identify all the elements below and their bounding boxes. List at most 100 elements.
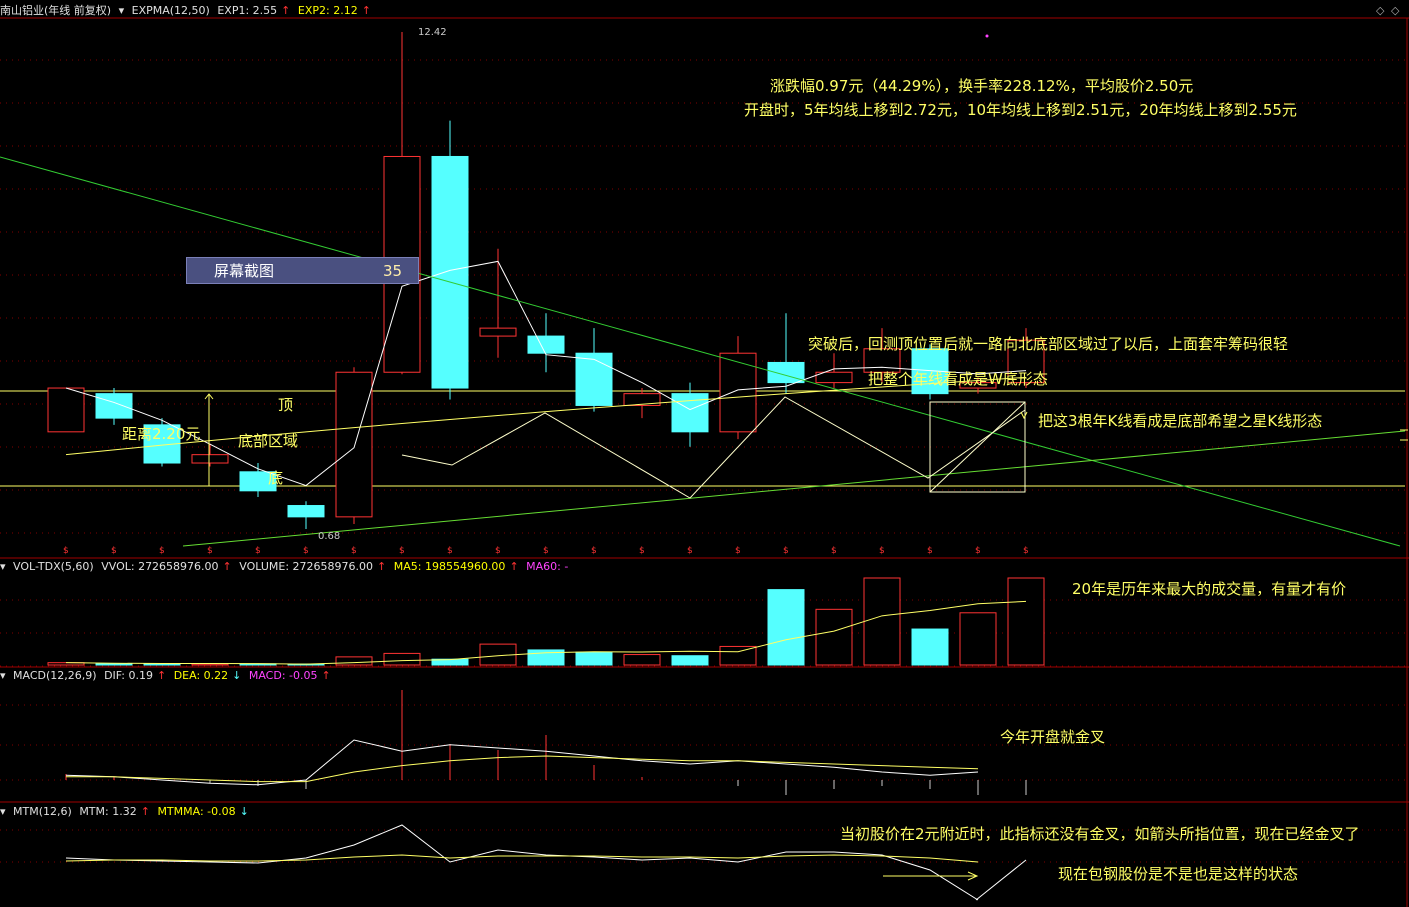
dividend-marker: $ — [831, 546, 837, 556]
dif-value: DIF: 0.19 — [104, 669, 153, 682]
annotation-breakout: 突破后，回测顶位置后就一路向北底部区域过了以后，上面套牢筹码很轻 — [808, 335, 1289, 353]
candle-body — [335, 371, 373, 518]
volume-bar — [383, 652, 421, 666]
volume-bar — [815, 608, 853, 666]
annotation-mtm-2: 现在包钢股份是不是也是这样的状态 — [1058, 865, 1299, 883]
dea-value: DEA: 0.22 — [173, 669, 229, 682]
candle-body — [527, 335, 565, 354]
vol-name[interactable]: VOL-TDX(5,60) — [13, 560, 94, 573]
expma-name[interactable]: EXPMA(12,50) — [132, 4, 210, 17]
dividend-marker: $ — [63, 546, 69, 556]
macd-name[interactable]: MACD(12,26,9) — [13, 669, 97, 682]
arrow-up-icon: ↑ — [140, 805, 150, 818]
dividend-marker: $ — [687, 546, 693, 556]
screenshot-popup[interactable]: 屏幕截图 35 — [186, 257, 419, 284]
candle-body — [479, 327, 517, 337]
candle-body — [431, 155, 469, 389]
candle-body — [767, 361, 805, 384]
arrow-down-icon: ↓ — [239, 805, 249, 818]
arrow-up-icon: ↑ — [321, 669, 331, 682]
annotation-macd: 今年开盘就金叉 — [1000, 728, 1106, 746]
candle-body — [191, 454, 229, 464]
marker-dot — [985, 34, 989, 38]
volume-bar — [911, 628, 949, 666]
dropdown-icon[interactable]: ▾ — [0, 805, 6, 818]
main-panel-header: 南山铝业(年线 前复权) ▾ EXPMA(12,50) EXP1: 2.55 ↑ … — [0, 3, 375, 19]
volume-bar — [671, 655, 709, 666]
vvol-value: VVOL: 272658976.00 — [101, 560, 219, 573]
dividend-marker: $ — [783, 546, 789, 556]
candle-body — [287, 505, 325, 518]
exp1-value: EXP1: 2.55 — [217, 4, 278, 17]
dividend-marker: $ — [207, 546, 213, 556]
volume-bar — [95, 663, 133, 666]
mtm-name[interactable]: MTM(12,6) — [13, 805, 72, 818]
screenshot-label: 屏幕截图 — [214, 262, 275, 280]
dropdown-icon[interactable]: ▾ — [0, 560, 6, 573]
volume-bar — [575, 651, 613, 666]
dropdown-icon[interactable]: ▾ — [0, 669, 6, 682]
background — [0, 0, 1409, 907]
arrow-up-icon: ↑ — [377, 560, 387, 573]
macd-panel-header: ▾ MACD(12,26,9) DIF: 0.19 ↑ DEA: 0.22 ↓ MA… — [0, 668, 335, 684]
arrow-up-icon: ↑ — [222, 560, 232, 573]
low-price-label: 0.68 — [318, 531, 341, 542]
annotation-rise: 涨跌幅0.97元（44.29%），换手率228.12%，平均股价2.50元 — [770, 77, 1194, 95]
arrow-up-icon: ↑ — [156, 669, 167, 682]
macd-value: MACD: -0.05 — [248, 669, 318, 682]
arrow-up-icon: ↑ — [361, 4, 371, 17]
dividend-marker: $ — [111, 546, 117, 556]
dividend-marker: $ — [591, 546, 597, 556]
annotation-bottom: 底 — [268, 469, 284, 487]
annotation-w-bottom: 把整个年线看成是W底形态 — [868, 370, 1048, 388]
exp2-value: EXP2: 2.12 — [297, 4, 358, 17]
volume-bar — [959, 612, 997, 666]
volume-value: VOLUME: 272658976.00 — [239, 560, 374, 573]
dividend-marker: $ — [303, 546, 309, 556]
candle-body — [95, 393, 133, 419]
dividend-marker: $ — [927, 546, 933, 556]
mtm-value: MTM: 1.32 — [79, 805, 137, 818]
dividend-marker: $ — [1023, 546, 1029, 556]
ma60-value: MA60: - — [526, 560, 569, 573]
dividend-marker: $ — [399, 546, 405, 556]
annotation-top: 顶 — [278, 396, 294, 414]
volume-panel-header: ▾ VOL-TDX(5,60) VVOL: 272658976.00 ↑ VOLU… — [0, 559, 572, 575]
dividend-marker: $ — [255, 546, 261, 556]
candle-body — [575, 352, 613, 406]
dividend-marker: $ — [735, 546, 741, 556]
dividend-marker: $ — [159, 546, 165, 556]
dividend-marker: $ — [351, 546, 357, 556]
dividend-marker: $ — [639, 546, 645, 556]
stock-chart-canvas[interactable]: $ $ $ $ $ $ $ $ $ $ $ $ $ $ $ $ $ $ $ $ $ — [0, 0, 1409, 907]
diamond-icon[interactable]: ◇ — [1391, 4, 1399, 17]
dropdown-icon[interactable]: ▾ — [119, 4, 125, 17]
volume-bar — [143, 663, 181, 666]
ma5-value: MA5: 198554960.00 — [393, 560, 506, 573]
dividend-marker: $ — [879, 546, 885, 556]
arrow-up-icon: ↑ — [509, 560, 519, 573]
annotation-distance: 距离2.20元 — [122, 425, 201, 443]
arrow-down-icon: ↓ — [232, 669, 242, 682]
annotation-volume: 20年是历年来最大的成交量，有量才有价 — [1072, 580, 1347, 598]
mtm-panel-header: ▾ MTM(12,6) MTM: 1.32 ↑ MTMMA: -0.08 ↓ — [0, 804, 253, 820]
dividend-marker: $ — [447, 546, 453, 556]
high-price-label: 12.42 — [418, 27, 447, 38]
dividend-marker: $ — [495, 546, 501, 556]
volume-bar — [1007, 577, 1045, 666]
dividend-marker: $ — [975, 546, 981, 556]
diamond-icon[interactable]: ◇ — [1376, 4, 1384, 17]
candle-body — [719, 352, 757, 433]
annotation-bottom-zone: 底部区域 — [238, 432, 299, 450]
volume-bar — [863, 577, 901, 666]
stock-name[interactable]: 南山铝业(年线 前复权) — [0, 4, 111, 17]
volume-bar — [335, 656, 373, 666]
annotation-star: 把这3根年K线看成是底部希望之星K线形态 — [1038, 412, 1323, 430]
volume-bar — [623, 654, 661, 666]
mtmma-value: MTMMA: -0.08 — [157, 805, 236, 818]
dividend-marker: $ — [543, 546, 549, 556]
volume-bar — [719, 645, 757, 666]
screenshot-value: 35 — [383, 262, 403, 280]
annotation-mtm-1: 当初股价在2元附近时，此指标还没有金叉，如箭头所指位置，现在已经金叉了 — [840, 825, 1360, 843]
arrow-up-icon: ↑ — [281, 4, 291, 17]
